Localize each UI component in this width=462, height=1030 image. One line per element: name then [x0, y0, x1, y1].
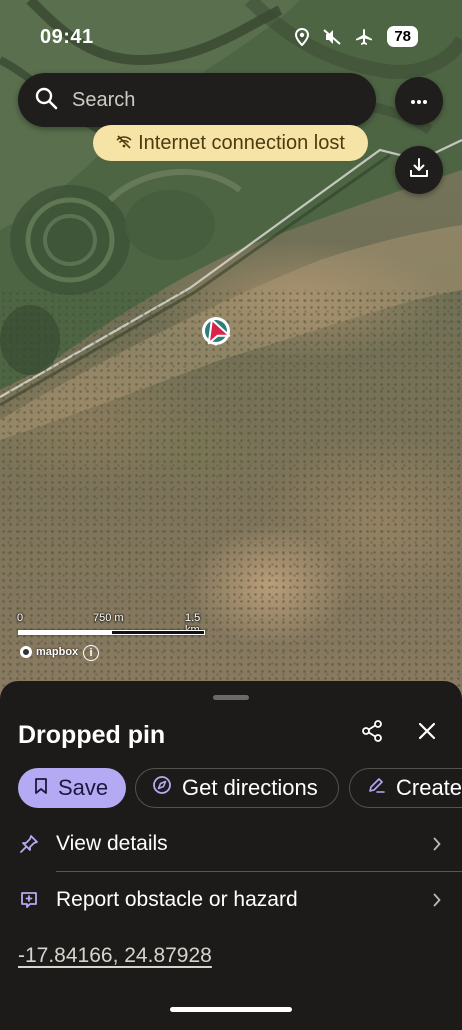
create-button[interactable]: Create	[349, 768, 462, 808]
close-button[interactable]	[411, 717, 443, 749]
compass-icon	[152, 775, 172, 801]
get-directions-button[interactable]: Get directions	[135, 768, 339, 808]
status-time: 09:41	[40, 26, 94, 48]
scale-label-zero: 0	[17, 612, 24, 624]
save-label: Save	[58, 775, 109, 800]
map-info-button[interactable]: i	[83, 645, 99, 661]
mapbox-logo-icon	[20, 646, 32, 658]
scale-label-mid: 750 m	[93, 612, 124, 624]
more-horizontal-icon	[410, 92, 428, 110]
get-directions-label: Get directions	[182, 775, 318, 800]
draw-route-icon	[366, 775, 386, 801]
row-divider	[56, 871, 462, 872]
place-bottom-sheet: Dropped pin Save Get directions Create V…	[0, 681, 462, 1030]
offline-banner-text: Internet connection lost	[138, 131, 345, 154]
info-icon: i	[89, 647, 93, 659]
scale-bar	[18, 630, 205, 635]
report-hazard-row[interactable]: Report obstacle or hazard	[18, 880, 444, 920]
view-details-row[interactable]: View details	[18, 824, 444, 864]
status-bar: 09:41 78	[0, 0, 462, 70]
coordinates-link[interactable]: -17.84166, 24.87928	[18, 944, 212, 968]
search-icon	[34, 86, 58, 115]
download-icon	[408, 157, 430, 184]
location-icon	[295, 27, 310, 46]
save-button[interactable]: Save	[18, 768, 126, 808]
search-placeholder: Search	[72, 88, 136, 111]
action-chips: Save Get directions Create	[18, 768, 462, 808]
bookmark-icon	[34, 775, 48, 801]
mute-icon	[323, 28, 341, 45]
chevron-right-icon	[430, 893, 444, 907]
wifi-off-icon	[116, 132, 132, 155]
sheet-title: Dropped pin	[18, 721, 166, 749]
home-indicator[interactable]	[170, 1007, 292, 1012]
report-hazard-label: Report obstacle or hazard	[56, 888, 298, 911]
mapbox-attribution[interactable]: mapbox	[20, 646, 78, 658]
create-label: Create	[396, 775, 462, 800]
share-button[interactable]	[356, 717, 388, 749]
pin-icon	[18, 834, 40, 854]
mapbox-label: mapbox	[36, 646, 79, 658]
battery-indicator: 78	[387, 26, 418, 47]
search-bar[interactable]: Search	[18, 73, 376, 127]
airplane-icon	[355, 28, 373, 46]
chevron-right-icon	[430, 837, 444, 851]
close-icon	[417, 721, 437, 746]
sheet-grabber[interactable]	[213, 695, 249, 700]
dropped-pin-marker[interactable]	[199, 316, 233, 354]
map-scale-bar: 0 750 m 1.5 km	[17, 612, 208, 642]
view-details-label: View details	[56, 832, 168, 855]
download-map-button[interactable]	[395, 146, 443, 194]
share-icon	[360, 719, 384, 748]
more-options-button[interactable]	[395, 77, 443, 125]
offline-banner: Internet connection lost	[93, 125, 368, 161]
report-icon	[18, 890, 40, 910]
